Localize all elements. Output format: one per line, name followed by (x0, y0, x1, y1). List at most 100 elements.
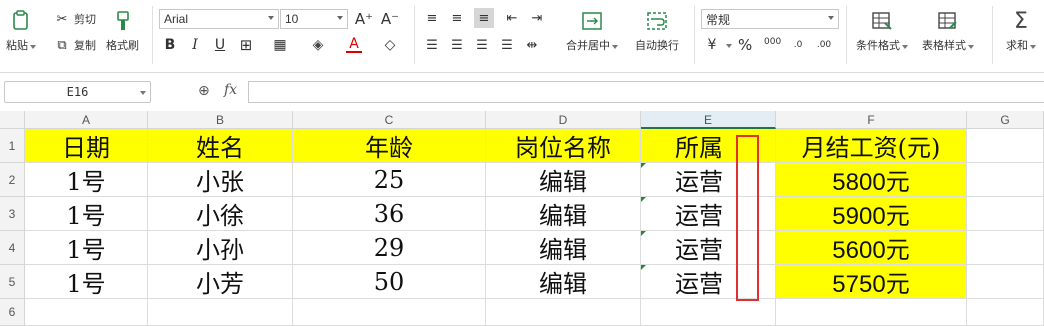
row-header-6[interactable]: 6 (0, 299, 25, 326)
copy-label: 复制 (74, 39, 96, 52)
table-cell[interactable]: 编辑 (486, 265, 641, 299)
align-middle-icon[interactable]: ≡ (449, 10, 465, 26)
increase-decimal-icon[interactable]: .0 (790, 37, 806, 53)
font-size-select[interactable]: 10 (280, 9, 348, 29)
name-box[interactable]: E16 (4, 81, 151, 103)
number-format-select[interactable]: 常规 (701, 9, 839, 29)
merge-center-button[interactable]: 合并居中 (566, 10, 618, 53)
row-header-2[interactable]: 2 (0, 163, 25, 197)
empty-cell[interactable] (967, 299, 1044, 326)
align-center-icon[interactable]: ☰ (449, 37, 465, 53)
table-style-button[interactable]: 表格样式 (922, 10, 974, 53)
fx-icon[interactable]: fx (224, 82, 237, 98)
header-cell-position[interactable]: 岗位名称 (486, 129, 641, 163)
empty-cell[interactable] (25, 299, 148, 326)
name-box-value: E16 (66, 85, 89, 99)
column-header-f[interactable]: F (776, 111, 967, 129)
table-cell[interactable]: 1号 (25, 163, 148, 197)
border-icon[interactable]: ⊞ (238, 36, 254, 54)
align-left-icon[interactable]: ☰ (424, 37, 440, 53)
row-header-1[interactable]: 1 (0, 129, 25, 163)
table-cell[interactable]: 29 (293, 231, 486, 265)
italic-icon[interactable]: I (187, 37, 203, 53)
thousands-button[interactable]: 000 (764, 37, 781, 47)
font-name-value: Arial (164, 12, 189, 26)
header-cell-age[interactable]: 年龄 (293, 129, 486, 163)
conditional-format-label: 条件格式 (856, 39, 900, 52)
cell-g3[interactable] (967, 197, 1044, 231)
increase-font-icon[interactable]: A⁺ (355, 10, 373, 28)
empty-cell[interactable] (486, 299, 641, 326)
column-header-g[interactable]: G (967, 111, 1044, 129)
table-cell[interactable]: 1号 (25, 231, 148, 265)
row-header-5[interactable]: 5 (0, 265, 25, 299)
header-cell-name[interactable]: 姓名 (148, 129, 293, 163)
underline-icon[interactable]: U (212, 37, 228, 53)
table-cell[interactable]: 50 (293, 265, 486, 299)
empty-cell[interactable] (776, 299, 967, 326)
sum-button[interactable]: Σ 求和 (1006, 8, 1036, 53)
cell-g4[interactable] (967, 231, 1044, 265)
row-header-4[interactable]: 4 (0, 231, 25, 265)
brush-icon (112, 10, 134, 32)
column-header-e[interactable]: E (641, 111, 776, 129)
format-painter-button[interactable]: 格式刷 (106, 10, 139, 53)
table-cell[interactable]: 25 (293, 163, 486, 197)
highlight-box (736, 135, 759, 301)
cell-g2[interactable] (967, 163, 1044, 197)
justify-icon[interactable]: ☰ (499, 37, 515, 53)
salary-cell[interactable]: 5900元 (776, 197, 967, 231)
cut-label: 剪切 (74, 13, 96, 26)
empty-cell[interactable] (293, 299, 486, 326)
table-cell[interactable]: 小徐 (148, 197, 293, 231)
cell-g5[interactable] (967, 265, 1044, 299)
select-all-corner[interactable] (0, 111, 25, 129)
decrease-decimal-icon[interactable]: .00 (816, 37, 832, 53)
font-name-select[interactable]: Arial (159, 9, 279, 29)
column-header-d[interactable]: D (486, 111, 641, 129)
paste-button[interactable]: 粘贴 (6, 10, 36, 53)
table-cell[interactable]: 1号 (25, 265, 148, 299)
row-header-3[interactable]: 3 (0, 197, 25, 231)
table-cell[interactable]: 36 (293, 197, 486, 231)
column-header-a[interactable]: A (25, 111, 148, 129)
cell-g1[interactable] (967, 129, 1044, 163)
font-color-icon[interactable]: A (346, 36, 362, 53)
zoom-icon[interactable]: ⊕ (198, 83, 210, 99)
decrease-font-icon[interactable]: A⁻ (381, 10, 399, 28)
table-cell[interactable]: 编辑 (486, 231, 641, 265)
empty-cell[interactable] (148, 299, 293, 326)
formula-input[interactable] (248, 81, 1044, 103)
fill-style-icon[interactable]: ▦ (272, 37, 288, 53)
sigma-icon: Σ (1014, 8, 1028, 34)
header-cell-date[interactable]: 日期 (25, 129, 148, 163)
copy-button[interactable]: ⧉ 复制 (54, 37, 96, 53)
align-right-icon[interactable]: ☰ (474, 37, 490, 53)
conditional-format-button[interactable]: 条件格式 (856, 10, 908, 53)
indent-icon[interactable]: ⇥ (529, 10, 545, 26)
table-cell[interactable]: 小芳 (148, 265, 293, 299)
table-cell[interactable]: 编辑 (486, 197, 641, 231)
column-header-c[interactable]: C (293, 111, 486, 129)
table-cell[interactable]: 小张 (148, 163, 293, 197)
wrap-text-button[interactable]: 自动换行 (635, 10, 679, 53)
fill-color-icon[interactable]: ◈ (310, 37, 326, 53)
salary-cell[interactable]: 5800元 (776, 163, 967, 197)
column-header-b[interactable]: B (148, 111, 293, 129)
outdent-icon[interactable]: ⇤ (504, 10, 520, 26)
distribute-icon[interactable]: ⇹ (524, 37, 540, 53)
table-cell[interactable]: 编辑 (486, 163, 641, 197)
currency-icon[interactable]: ¥ (704, 37, 720, 53)
table-cell[interactable]: 小孙 (148, 231, 293, 265)
eraser-icon[interactable]: ◇ (382, 37, 398, 53)
empty-cell[interactable] (641, 299, 776, 326)
salary-cell[interactable]: 5750元 (776, 265, 967, 299)
align-top-icon[interactable]: ≡ (424, 10, 440, 26)
bold-icon[interactable]: B (162, 37, 178, 53)
cut-button[interactable]: ✂ 剪切 (54, 11, 96, 27)
salary-cell[interactable]: 5600元 (776, 231, 967, 265)
percent-button[interactable]: % (738, 36, 752, 54)
align-bottom-icon[interactable]: ≡ (474, 8, 494, 28)
header-cell-salary[interactable]: 月结工资(元) (776, 129, 967, 163)
table-cell[interactable]: 1号 (25, 197, 148, 231)
